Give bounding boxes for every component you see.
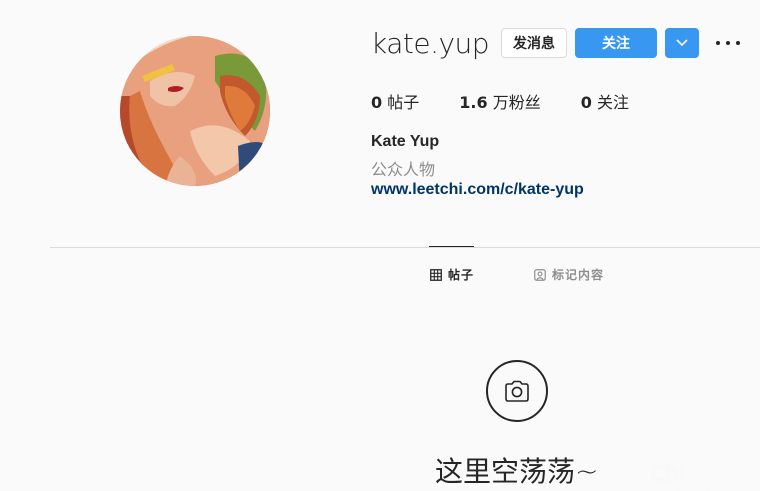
dot <box>726 41 730 45</box>
camera-icon <box>505 380 529 402</box>
profile-website-link[interactable]: www.leetchi.com/c/kate-yup <box>371 181 584 199</box>
follow-button[interactable]: 关注 <box>575 28 657 58</box>
profile-username: kate.yup <box>371 27 490 60</box>
profile-full-name: Kate Yup <box>371 133 440 150</box>
followers-count: 1.6 <box>459 93 488 112</box>
following-stat[interactable]: 0 关注 <box>581 89 629 113</box>
tabs-divider <box>50 247 760 248</box>
tagged-user-icon <box>534 268 546 281</box>
followers-label: 万粉丝 <box>492 93 541 112</box>
posts-count: 0 <box>371 93 383 112</box>
active-tab-indicator <box>429 246 474 247</box>
followers-stat[interactable]: 1.6 万粉丝 <box>459 89 540 113</box>
profile-page: kate.yup 发消息 关注 0 帖子 1.6 万粉丝 0 关注 Kate Y… <box>0 0 760 491</box>
following-count: 0 <box>580 93 592 112</box>
profile-stats: 0 帖子 1.6 万粉丝 0 关注 <box>371 89 669 113</box>
tab-tagged[interactable]: 标记内容 <box>534 266 604 283</box>
tab-posts-label: 帖子 <box>448 268 475 282</box>
empty-state-text: 这里空荡荡~ <box>435 455 599 488</box>
dot <box>736 41 740 45</box>
suggestions-dropdown-button[interactable] <box>665 28 699 58</box>
tab-posts[interactable]: 帖子 <box>430 266 474 283</box>
empty-state-camera <box>486 360 548 422</box>
message-button[interactable]: 发消息 <box>501 28 567 58</box>
grid-icon <box>430 268 442 281</box>
posts-label: 帖子 <box>387 93 420 112</box>
dot <box>716 41 720 45</box>
tab-tagged-label: 标记内容 <box>552 268 605 282</box>
watermark: Chi na2uk <box>650 463 718 491</box>
avatar-image <box>120 36 270 186</box>
chevron-down-icon <box>676 39 688 47</box>
more-options-icon[interactable] <box>716 34 740 52</box>
profile-category: 公众人物 <box>371 160 436 179</box>
following-label: 关注 <box>596 93 629 112</box>
posts-stat: 0 帖子 <box>371 89 419 113</box>
profile-avatar[interactable] <box>120 36 270 186</box>
